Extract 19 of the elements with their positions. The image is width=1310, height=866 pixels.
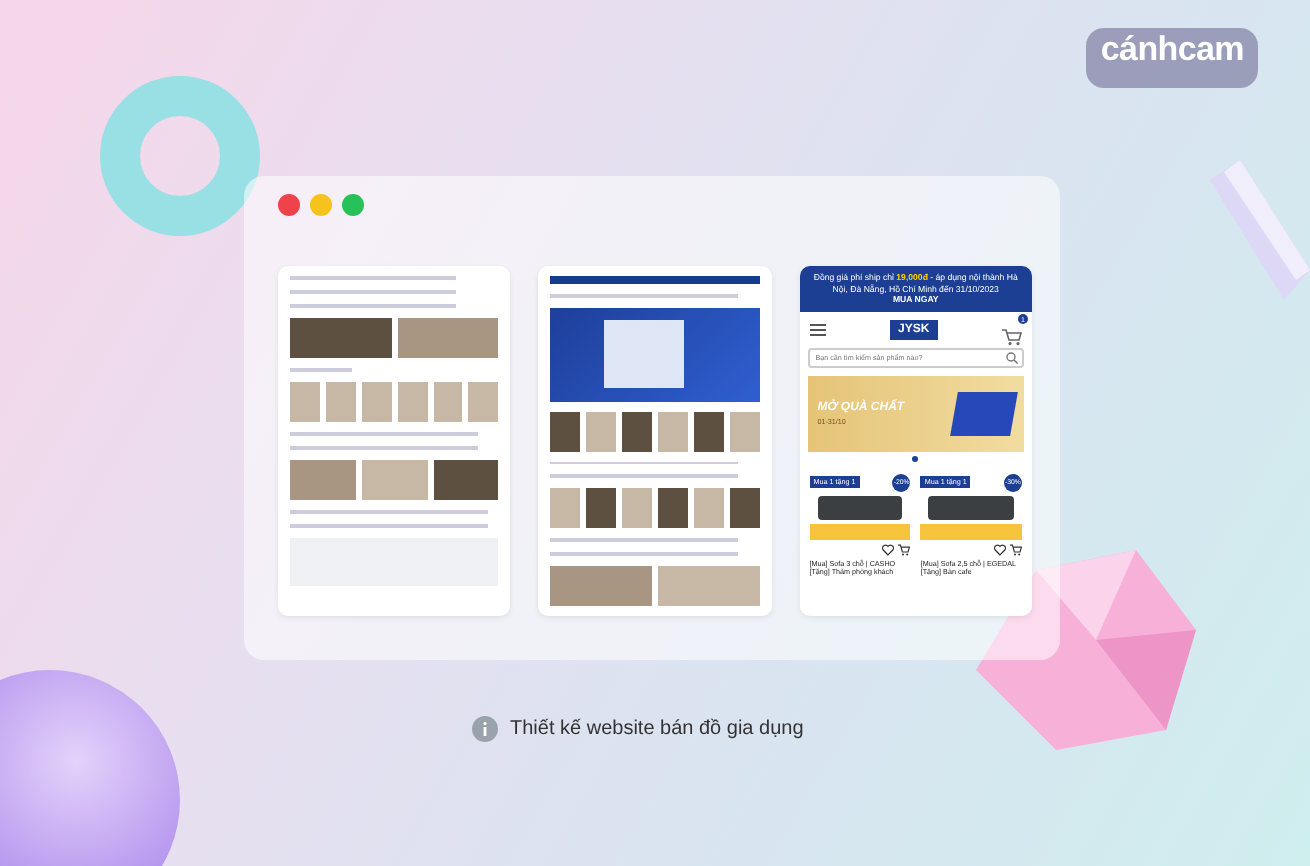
brand-logo: cánhcam [1086,28,1258,88]
window-control-dot[interactable] [310,194,332,216]
cart-icon[interactable] [898,543,911,556]
gift-box-drawing [950,391,1018,436]
heart-icon[interactable] [882,543,895,556]
caption-text: Thiết kế website bán đồ gia dụng [510,718,804,740]
window-control-dot[interactable] [342,194,364,216]
gift-strip [920,523,1022,540]
gift-strip [809,523,911,540]
sofa-photo-placeholder [817,495,903,520]
menu-icon[interactable] [809,323,826,336]
carousel-dot[interactable] [912,455,919,462]
info-icon [472,716,498,742]
sofa-photo-placeholder [928,495,1014,520]
cart-icon[interactable] [1010,543,1022,556]
search-icon[interactable] [1006,351,1018,364]
heart-icon[interactable] [994,543,1006,556]
cart-icon[interactable] [1002,328,1022,347]
window-control-dot[interactable] [278,194,300,216]
